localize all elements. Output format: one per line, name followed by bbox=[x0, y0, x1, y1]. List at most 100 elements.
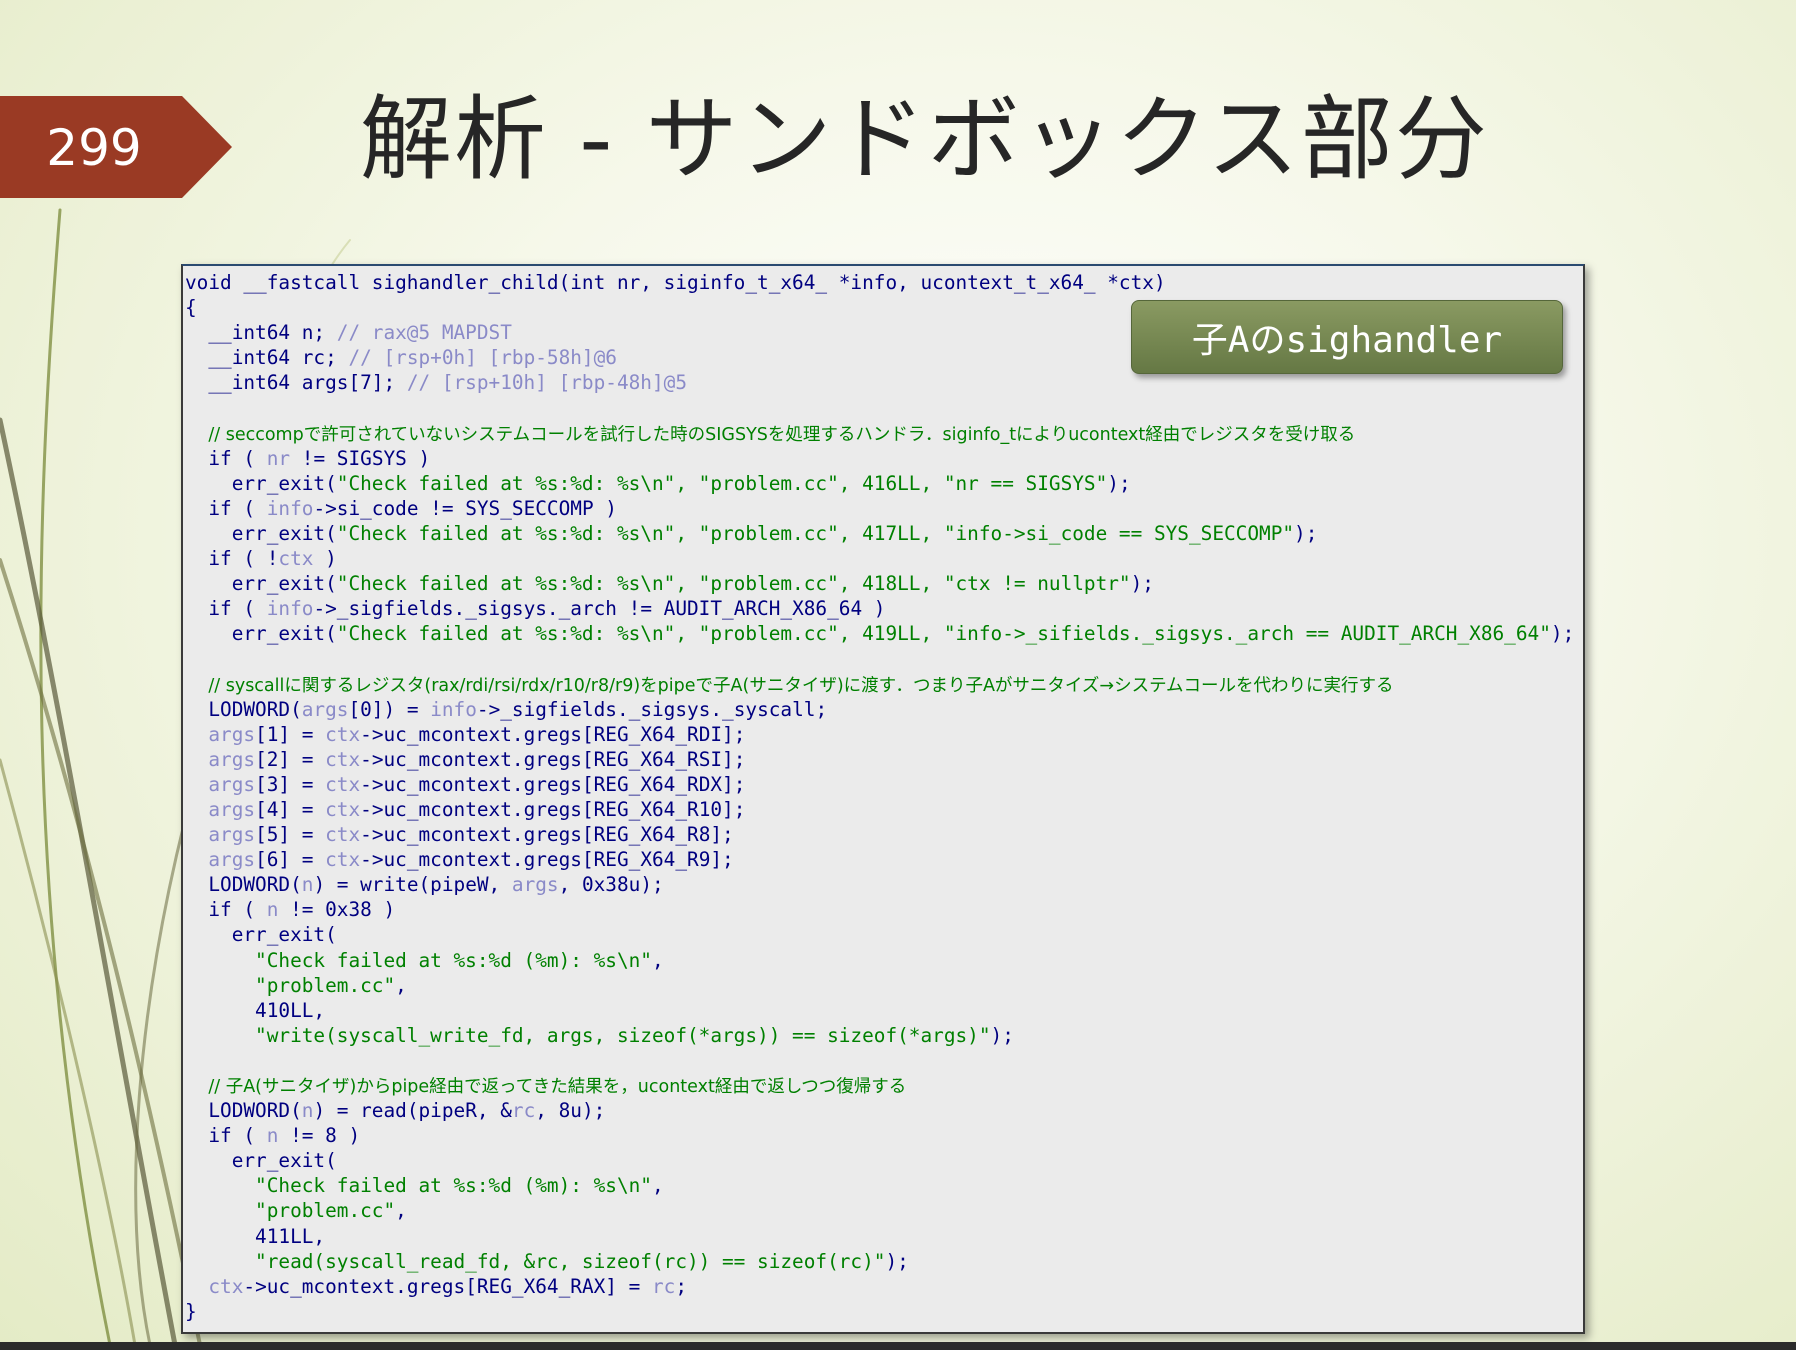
code-token: ); bbox=[1294, 521, 1318, 545]
code-token: ) = read(pipeR, & bbox=[313, 1099, 512, 1123]
code-token: err_exit( bbox=[185, 572, 337, 596]
code-token: n bbox=[301, 873, 314, 897]
code-token: ctx bbox=[278, 547, 314, 571]
code-line: } bbox=[185, 1299, 1583, 1324]
code-token: { bbox=[185, 296, 197, 320]
code-token: LODWORD( bbox=[185, 873, 302, 897]
code-token: , 0x38u); bbox=[558, 873, 664, 897]
code-token: "problem.cc" bbox=[255, 1199, 396, 1223]
code-token: , bbox=[395, 1199, 407, 1223]
code-token: n bbox=[266, 898, 279, 922]
code-token: ->_sigfields._sigsys._arch != AUDIT_ARCH… bbox=[313, 597, 886, 621]
code-token: "Check failed at %s:%d: %s\n", "problem.… bbox=[336, 572, 1131, 596]
code-token: [1] = bbox=[255, 722, 326, 746]
code-token: } bbox=[185, 1299, 197, 1323]
code-token: ->uc_mcontext.gregs[REG_X64_RSI]; bbox=[360, 747, 746, 771]
code-token: ctx bbox=[325, 823, 361, 847]
code-token: 410LL, bbox=[185, 998, 326, 1022]
code-line: "read(syscall_read_fd, &rc, sizeof(rc)) … bbox=[185, 1249, 1583, 1274]
code-token: ->uc_mcontext.gregs[REG_X64_R8]; bbox=[360, 823, 734, 847]
code-token: if ( bbox=[185, 446, 267, 470]
code-line: args[3] = ctx->uc_mcontext.gregs[REG_X64… bbox=[185, 772, 1583, 797]
code-line: LODWORD(n) = read(pipeR, &rc, 8u); bbox=[185, 1098, 1583, 1123]
code-token: void __fastcall sighandler_child(int nr,… bbox=[185, 271, 1166, 294]
callout-badge: 子Aのsighandler bbox=[1131, 300, 1563, 374]
code-token: rc bbox=[652, 1274, 676, 1298]
code-token: != SIGSYS ) bbox=[290, 446, 431, 470]
code-line: err_exit( bbox=[185, 1148, 1583, 1173]
code-token: "Check failed at %s:%d (%m): %s\n" bbox=[255, 1174, 652, 1198]
code-token: args bbox=[208, 848, 256, 872]
code-token: ; bbox=[675, 1274, 688, 1298]
code-line: // syscallに関するレジスタ(rax/rdi/rsi/rdx/r10/r… bbox=[185, 672, 1583, 697]
code-token: [4] = bbox=[255, 797, 326, 821]
code-token: info bbox=[266, 496, 314, 520]
code-token: __int64 args[7]; bbox=[185, 371, 407, 395]
code-line: err_exit("Check failed at %s:%d: %s\n", … bbox=[185, 621, 1583, 646]
code-token: // rax@5 MAPDST bbox=[336, 321, 512, 345]
slide-title: 解析 - サンドボックス部分 bbox=[360, 86, 1489, 193]
callout-badge-label: 子Aのsighandler bbox=[1191, 320, 1503, 361]
code-token: ); bbox=[990, 1023, 1014, 1047]
code-token: , bbox=[395, 973, 407, 997]
code-token: args bbox=[208, 772, 256, 796]
decompiled-code-block: void __fastcall sighandler_child(int nr,… bbox=[183, 266, 1583, 1324]
code-line: LODWORD(args[0]) = info->_sigfields._sig… bbox=[185, 697, 1583, 722]
code-token: ctx bbox=[325, 848, 361, 872]
code-token: [5] = bbox=[255, 823, 326, 847]
code-token: ); bbox=[1550, 622, 1575, 646]
code-token: err_exit( bbox=[185, 471, 337, 495]
code-token: "Check failed at %s:%d: %s\n", "problem.… bbox=[336, 622, 1551, 646]
code-token: != 8 ) bbox=[278, 1124, 361, 1148]
code-line: "write(syscall_write_fd, args, sizeof(*a… bbox=[185, 1023, 1583, 1048]
code-token: ); bbox=[1130, 572, 1154, 596]
bottom-bar bbox=[0, 1342, 1796, 1350]
code-token: ->uc_mcontext.gregs[REG_X64_RDI]; bbox=[360, 722, 746, 746]
code-token: args bbox=[208, 722, 256, 746]
code-token: [0]) = bbox=[348, 697, 431, 721]
code-line: ctx->uc_mcontext.gregs[REG_X64_RAX] = rc… bbox=[185, 1274, 1583, 1299]
code-token: != 0x38 ) bbox=[278, 898, 396, 922]
code-line: args[1] = ctx->uc_mcontext.gregs[REG_X64… bbox=[185, 722, 1583, 747]
code-token: info bbox=[430, 697, 477, 721]
code-token: "write(syscall_write_fd, args, sizeof(*a… bbox=[255, 1023, 991, 1047]
code-line: 410LL, bbox=[185, 998, 1583, 1023]
code-token: ->uc_mcontext.gregs[REG_X64_R10]; bbox=[360, 797, 746, 821]
code-line: LODWORD(n) = write(pipeW, args, 0x38u); bbox=[185, 872, 1583, 897]
code-line: args[5] = ctx->uc_mcontext.gregs[REG_X64… bbox=[185, 822, 1583, 847]
code-token: err_exit( bbox=[185, 1149, 337, 1173]
code-token: ->si_code != SYS_SECCOMP ) bbox=[313, 496, 617, 520]
code-token: if ( bbox=[185, 1124, 267, 1148]
code-line: err_exit("Check failed at %s:%d: %s\n", … bbox=[185, 471, 1583, 496]
code-line: __int64 args[7]; // [rsp+10h] [rbp-48h]@… bbox=[185, 370, 1583, 395]
code-token: ctx bbox=[325, 772, 361, 796]
code-token: "read(syscall_read_fd, &rc, sizeof(rc)) … bbox=[255, 1249, 886, 1273]
code-line: // seccompで許可されていないシステムコールを試行した時のSIGSYSを… bbox=[185, 421, 1583, 446]
code-token: [6] = bbox=[255, 848, 326, 872]
code-line: if ( n != 8 ) bbox=[185, 1123, 1583, 1148]
code-line: if ( nr != SIGSYS ) bbox=[185, 446, 1583, 471]
code-token: args bbox=[301, 697, 349, 721]
code-line: if ( info->si_code != SYS_SECCOMP ) bbox=[185, 496, 1583, 521]
code-line: if ( !ctx ) bbox=[185, 546, 1583, 571]
code-token: rc bbox=[511, 1099, 536, 1123]
code-token: ctx bbox=[325, 722, 361, 746]
code-line: args[6] = ctx->uc_mcontext.gregs[REG_X64… bbox=[185, 847, 1583, 872]
code-token: info bbox=[266, 597, 314, 621]
code-token: ); bbox=[1107, 471, 1131, 495]
code-token: if ( ! bbox=[185, 547, 279, 571]
code-token: __int64 n; bbox=[185, 321, 337, 345]
code-token: // syscallに関するレジスタ(rax/rdi/rsi/rdx/r10/r… bbox=[208, 675, 1394, 696]
code-token: n bbox=[301, 1099, 314, 1123]
code-token: // [rsp+0h] [rbp-58h]@6 bbox=[348, 346, 617, 370]
